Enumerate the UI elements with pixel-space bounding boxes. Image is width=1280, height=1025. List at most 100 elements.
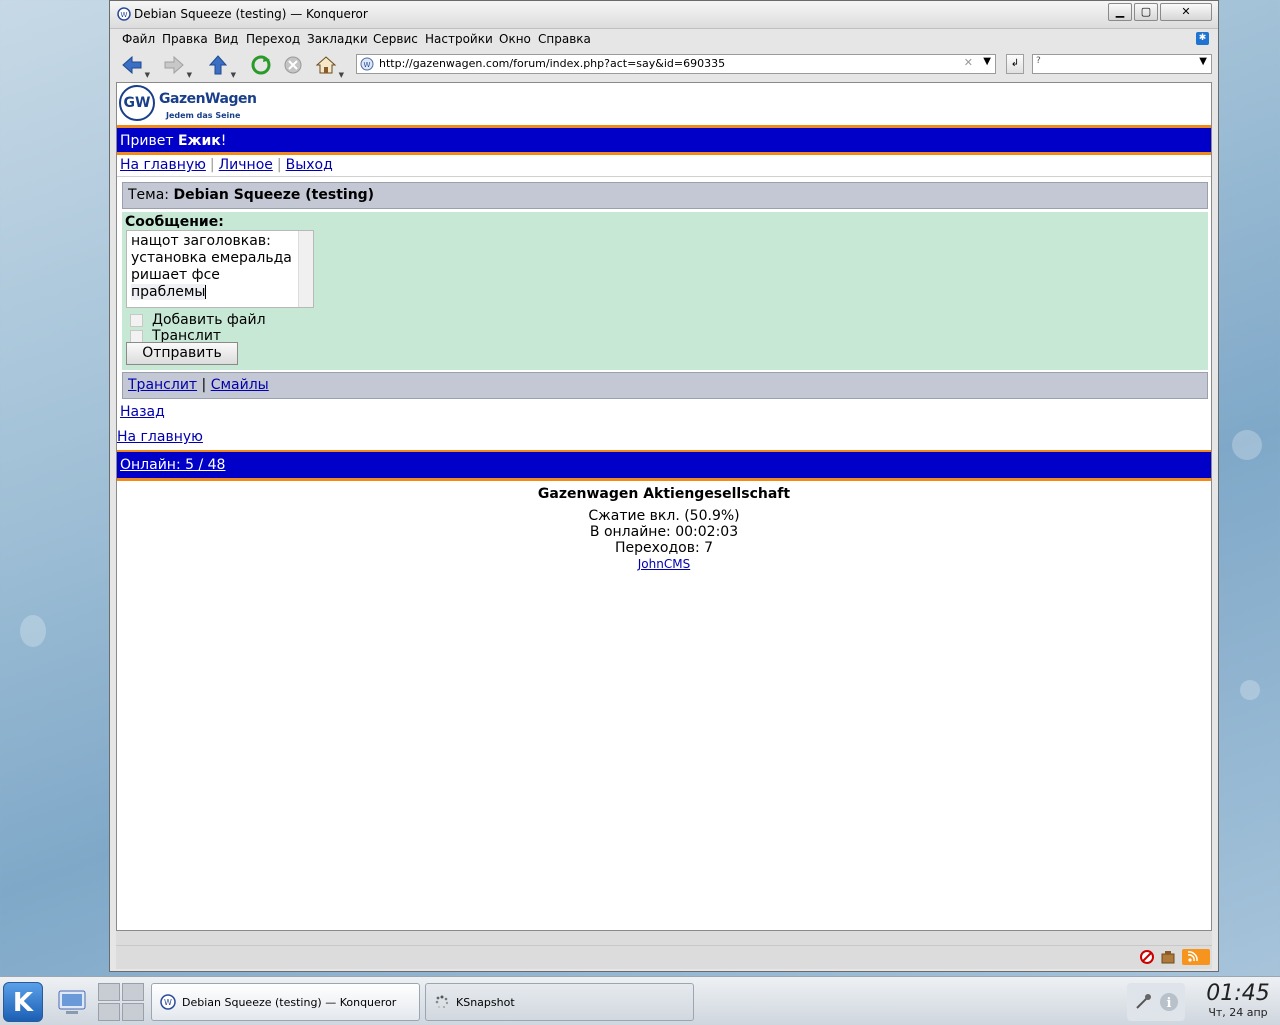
divider — [117, 176, 1211, 177]
home-icon — [315, 56, 337, 74]
footer-transitions: Переходов: 7 — [614, 540, 714, 556]
konqueror-window: W Debian Squeeze (testing) — Konqueror ▁… — [109, 0, 1219, 972]
back-arrow-icon — [122, 55, 142, 75]
menu-settings[interactable]: Настройки — [425, 32, 493, 46]
menu-window[interactable]: Окно — [499, 32, 531, 46]
svg-text:W: W — [121, 11, 128, 19]
kde-activity-icon: ✱ — [1196, 32, 1209, 45]
menu-tools[interactable]: Сервис — [373, 32, 418, 46]
home-link[interactable]: На главную — [117, 429, 203, 445]
chevron-down-icon[interactable]: ▼ — [145, 71, 150, 79]
chevron-down-icon[interactable]: ▼ — [231, 71, 236, 79]
logo-emblem: GW — [119, 85, 155, 121]
computer-icon — [58, 990, 86, 1014]
task-label: Debian Squeeze (testing) — Konqueror — [182, 995, 397, 1009]
search-dropdown[interactable]: ▼ — [1199, 56, 1207, 67]
online-bar: Онлайн: 5 / 48 — [117, 450, 1211, 481]
nav-home-link[interactable]: На главную — [120, 157, 206, 173]
stop-button[interactable] — [281, 53, 305, 77]
loading-spinner-icon — [435, 995, 449, 1009]
translit-checkbox[interactable] — [130, 329, 143, 343]
menu-bar: Файл Правка Вид Переход Закладки Сервис … — [110, 29, 1218, 49]
location-bar[interactable]: W http://gazenwagen.com/forum/index.php?… — [356, 54, 996, 74]
menu-bookmarks[interactable]: Закладки — [307, 32, 368, 46]
url-history-dropdown[interactable]: ▼ — [983, 56, 991, 67]
message-line: установка емеральда — [131, 250, 292, 266]
clock-time: 01:45 — [1206, 981, 1270, 1006]
up-button[interactable]: ▼ — [206, 53, 236, 79]
clock[interactable]: 01:45 Чт, 24 апр — [1198, 981, 1278, 1019]
task-konqueror[interactable]: W Debian Squeeze (testing) — Konqueror — [151, 983, 420, 1021]
translit-link[interactable]: Транслит — [128, 377, 197, 393]
file-manager-launcher[interactable] — [52, 982, 92, 1022]
svg-text:W: W — [364, 61, 371, 69]
attach-file-checkbox[interactable] — [130, 313, 143, 327]
greeting-suffix: ! — [220, 133, 227, 149]
network-icon[interactable] — [1133, 992, 1153, 1012]
desktop-3[interactable] — [98, 1003, 120, 1021]
search-bar[interactable]: ? ▼ — [1032, 54, 1212, 74]
status-bar — [116, 931, 1212, 969]
greeting-prefix: Привет — [120, 133, 178, 149]
close-button[interactable]: ✕ — [1160, 3, 1212, 21]
adblock-icon[interactable] — [1140, 950, 1154, 964]
options-bar: Транслит | Смайлы — [122, 372, 1208, 399]
stop-icon — [284, 56, 302, 74]
nav-personal-link[interactable]: Личное — [219, 157, 273, 173]
title-bar[interactable]: W Debian Squeeze (testing) — Konqueror ▁… — [110, 1, 1218, 29]
search-engine-icon[interactable]: ? — [1036, 56, 1041, 66]
cms-link[interactable]: JohnCMS — [638, 557, 690, 571]
menu-go[interactable]: Переход — [246, 32, 300, 46]
submit-button[interactable]: Отправить — [126, 342, 238, 365]
menu-view[interactable]: Вид — [214, 32, 238, 46]
nav-logout-link[interactable]: Выход — [286, 157, 333, 173]
back-link[interactable]: Назад — [120, 404, 165, 420]
top-nav: На главную | Личное | Выход — [120, 157, 333, 173]
desktop-4[interactable] — [122, 1003, 144, 1021]
task-ksnapshot[interactable]: KSnapshot — [425, 983, 694, 1021]
online-link[interactable]: Онлайн: 5 / 48 — [120, 457, 225, 473]
attach-file-option[interactable]: Добавить файл — [130, 312, 266, 328]
chevron-down-icon[interactable]: ▼ — [187, 71, 192, 79]
back-button[interactable]: ▼ — [120, 53, 150, 79]
desktop-pager[interactable] — [98, 983, 144, 1021]
cookie-jar-icon[interactable] — [1160, 950, 1176, 964]
textarea-scrollbar[interactable] — [298, 231, 313, 307]
message-label: Сообщение: — [125, 214, 224, 230]
rss-feed-icon[interactable] — [1182, 949, 1210, 965]
smiles-link[interactable]: Смайлы — [211, 377, 269, 393]
topic-header: Тема: Debian Squeeze (testing) — [122, 182, 1208, 209]
message-line: нащот заголовкав: — [131, 233, 271, 249]
logo-name: GazenWagen — [159, 91, 257, 107]
menu-edit[interactable]: Правка — [162, 32, 208, 46]
toolbar: ▼ ▼ ▼ ▼ W http://gazenwagen.com/forum/in… — [110, 49, 1218, 81]
menu-file[interactable]: Файл — [122, 32, 155, 46]
kickoff-menu-button[interactable]: K — [3, 982, 43, 1022]
chevron-down-icon[interactable]: ▼ — [339, 71, 344, 79]
up-arrow-icon — [208, 55, 228, 75]
desktop-2[interactable] — [122, 983, 144, 1001]
topic-label: Тема: — [128, 187, 174, 203]
minimize-button[interactable]: ▁ — [1108, 3, 1132, 21]
window-title: Debian Squeeze (testing) — Konqueror — [134, 7, 368, 21]
reload-button[interactable] — [249, 53, 273, 77]
wallpaper-bubble — [20, 615, 46, 647]
footer-compression: Сжатие вкл. (50.9%) — [588, 508, 740, 524]
forward-button[interactable]: ▼ — [162, 53, 192, 79]
info-icon[interactable]: i — [1159, 992, 1179, 1012]
logo-tagline: Jedem das Seine — [166, 111, 241, 120]
maximize-button[interactable]: ▢ — [1134, 3, 1158, 21]
clear-url-icon[interactable]: ✕ — [964, 56, 973, 69]
url-text[interactable]: http://gazenwagen.com/forum/index.php?ac… — [379, 57, 725, 70]
footer-company: Gazenwagen Aktiengesellschaft — [537, 486, 791, 502]
menu-help[interactable]: Справка — [538, 32, 591, 46]
message-line: ришает фсе — [131, 267, 220, 283]
desktop-1[interactable] — [98, 983, 120, 1001]
page-footer: Gazenwagen Aktiengesellschaft Сжатие вкл… — [117, 486, 1211, 572]
message-line: праблемы — [131, 284, 207, 300]
message-textarea[interactable]: нащот заголовкав: установка емеральда ри… — [126, 230, 314, 308]
go-button[interactable]: ↲ — [1006, 54, 1024, 74]
home-button[interactable]: ▼ — [314, 53, 344, 79]
reload-icon — [251, 55, 271, 75]
greeting-bar: Привет Ежик! — [117, 128, 1211, 155]
